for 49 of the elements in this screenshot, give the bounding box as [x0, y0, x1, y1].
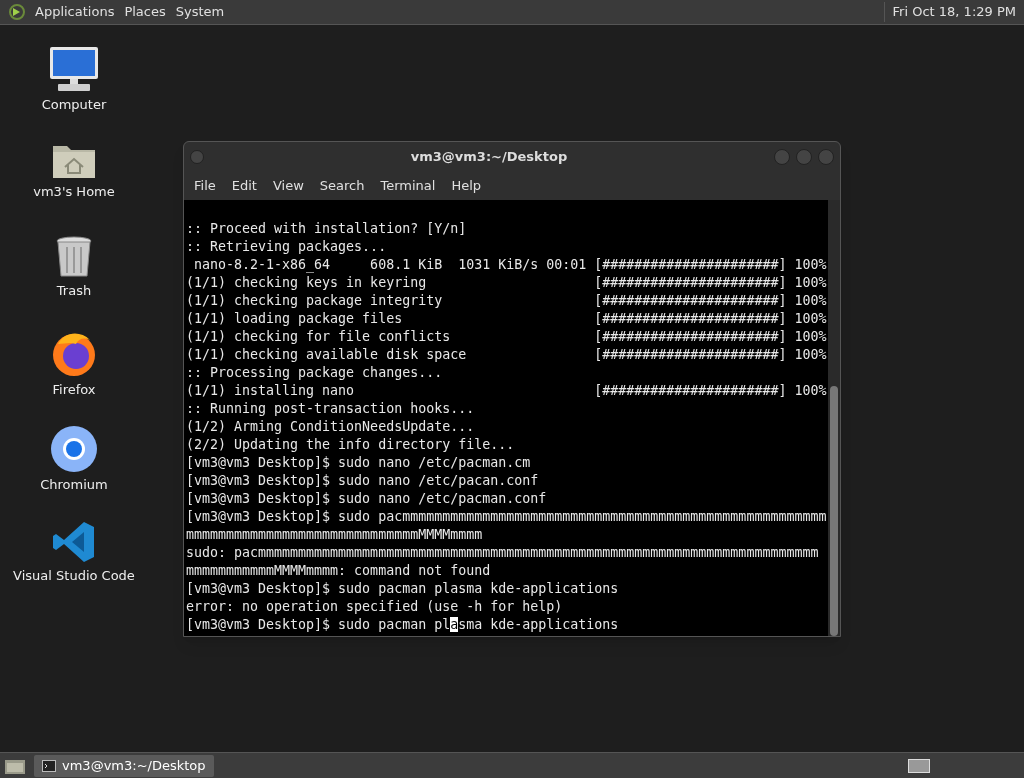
terminal-line: :: Proceed with installation? [Y/n]: [186, 220, 467, 238]
desktop-icon-label[interactable]: Trash: [56, 281, 92, 301]
terminal-line: (1/1) checking available disk space [######################] 100%: [186, 346, 827, 364]
desktop-icon-label[interactable]: Visual Studio Code: [13, 566, 135, 586]
menu-item[interactable]: Edit: [225, 176, 263, 196]
terminal-icon: [42, 759, 56, 772]
monitor-icon: [48, 45, 100, 93]
panel-menu[interactable]: Places: [119, 2, 171, 22]
terminal-line: [vm3@vm3 Desktop]$ sudo nano /etc/pacman.cm: [186, 454, 531, 472]
menu-item[interactable]: File: [188, 176, 222, 196]
desktop-icon-label[interactable]: Firefox: [52, 380, 96, 400]
terminal-line: (1/1) checking keys in keyring [######################] 100%: [186, 274, 827, 292]
desktop-icon-label[interactable]: Chromium: [40, 475, 108, 495]
terminal-line: (1/1) checking package integrity [######################] 100%: [186, 292, 827, 310]
desktop-icon-label[interactable]: vm3's Home: [33, 182, 115, 202]
terminal-line: (1/1) loading package files [######################] 100%: [186, 310, 827, 328]
code-editor-icon: [52, 520, 96, 564]
panel-menu[interactable]: Applications: [30, 2, 120, 22]
taskbar-window-button[interactable]: vm3@vm3:~/Desktop: [34, 754, 214, 777]
menu-item[interactable]: View: [266, 176, 310, 196]
terminal-line: nano-8.2-1-x86_64 608.1 KiB 1031 KiB/s 00:01 [######################] 100%: [193, 256, 827, 274]
terminal-line: sudo: pacmmmmmmmmmmmmmmmmmmmmmmmmmmmmmmmmmmmmmmmmmmmmmmmmmmmmmmmmmmmmmmmmmmmmmm: [186, 544, 819, 562]
terminal-line: [vm3@vm3 Desktop]$ sudo nano /etc/pacman.conf: [186, 490, 547, 508]
terminal-line: error: no operation specified (use -h for help): [186, 598, 563, 616]
terminal-line: (1/2) Arming ConditionNeedsUpdate...: [186, 418, 475, 436]
menu-item[interactable]: Help: [445, 176, 488, 196]
panel-clock[interactable]: Fri Oct 18, 1:29 PM: [883, 2, 1016, 22]
panel-menu[interactable]: System: [170, 2, 230, 22]
terminal-line: mmmmmmmmmmmmmmmmmmmmmmmmmmmmmMMMMmmmm: [186, 526, 483, 544]
terminal-line: [vm3@vm3 Desktop]$ sudo nano /etc/pacan.conf: [186, 472, 539, 490]
distro-logo-icon[interactable]: [8, 3, 26, 21]
window-title: vm3@vm3:~/Desktop: [409, 148, 569, 167]
scrollbar[interactable]: [828, 200, 840, 636]
desktop-icon-label[interactable]: Computer: [41, 95, 107, 115]
terminal-line: [vm3@vm3 Desktop]$ sudo pacmmmmmmmmmmmmmmmmmmmmmmmmmmmmmmmmmmmmmmmmmmmmmmmmmmmmm: [186, 508, 827, 526]
workspace-switcher[interactable]: [908, 758, 930, 773]
terminal-line: :: Running post-transaction hooks...: [186, 400, 475, 418]
terminal-line: :: Retrieving packages...: [186, 238, 387, 256]
menu-item[interactable]: Terminal: [374, 176, 442, 196]
terminal-line: mmmmmmmmmmmMMMMmmmm: command not found: [186, 562, 491, 580]
terminal-line: (1/1) installing nano [######################] 100%: [186, 382, 827, 400]
terminal-line: (2/2) Updating the info directory file...: [186, 436, 515, 454]
trash-icon: [55, 235, 93, 279]
terminal-prompt-line: [vm3@vm3 Desktop]$ sudo pacman plasma kde-applications: [186, 616, 619, 634]
terminal-line: :: Processing package changes...: [186, 364, 443, 382]
terminal-line: (1/1) checking for file conflicts [######################] 100%: [186, 328, 827, 346]
menu-item[interactable]: Search: [313, 176, 371, 196]
chromium-icon: [50, 425, 98, 473]
terminal-line: [vm3@vm3 Desktop]$ sudo pacman plasma kde-applications: [186, 580, 619, 598]
